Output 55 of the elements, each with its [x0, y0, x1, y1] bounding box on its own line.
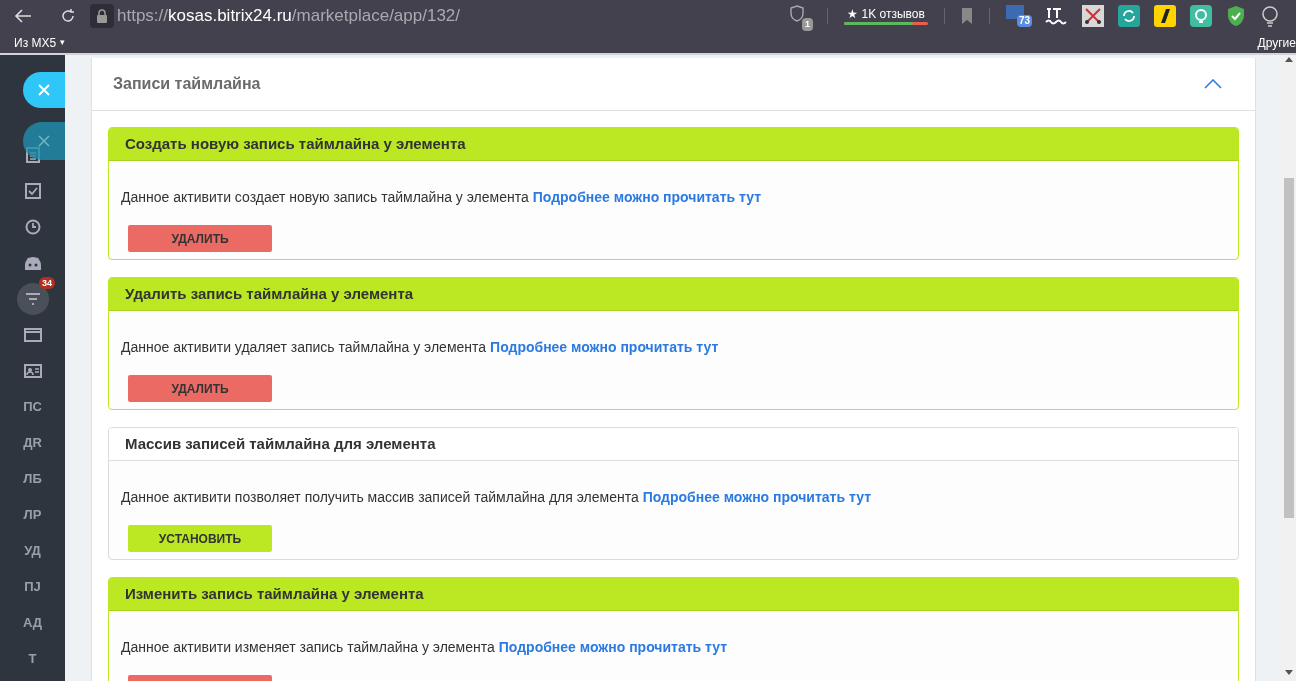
sidebar-item[interactable]: ЛБ	[23, 469, 42, 489]
sidebar-item[interactable]: ПJ	[24, 577, 41, 597]
chevron-up-icon[interactable]	[1204, 79, 1222, 89]
card-title: Создать новую запись таймлайна у элемента	[125, 133, 466, 154]
pen-extension-icon[interactable]	[1154, 5, 1176, 27]
bookmark-folder[interactable]: Другие	[1257, 33, 1296, 52]
close-icon	[38, 135, 50, 147]
checkbox-icon[interactable]	[24, 183, 41, 199]
wave-extension-icon[interactable]	[1044, 6, 1068, 26]
count-badge: 1	[802, 17, 813, 31]
delete-button[interactable]: УДАЛИТЬ	[128, 375, 272, 402]
section-title: Записи таймлайна	[113, 74, 261, 94]
details-link[interactable]: Подробнее можно прочитать тут	[498, 637, 728, 658]
count-badge: 34	[39, 277, 55, 289]
details-link[interactable]: Подробнее можно прочитать тут	[490, 337, 719, 358]
sidebar-item[interactable]: УД	[24, 541, 41, 561]
bookmark-icon[interactable]	[961, 8, 973, 24]
shield-check-icon[interactable]	[1226, 5, 1246, 27]
card-description: Данное активити позволяет получить массив записей таймлайна для элемента	[121, 488, 639, 507]
lightbulb-icon[interactable]	[1260, 5, 1280, 27]
back-icon[interactable]	[14, 9, 32, 23]
close-icon	[38, 84, 50, 96]
card-description: Данное активити удаляет запись таймлайна у элемента	[121, 338, 487, 357]
details-link[interactable]: Подробнее можно прочитать тут	[642, 487, 871, 508]
card-description: Данное активити изменяет запись таймлайна у элемента	[121, 638, 495, 657]
sidebar-item[interactable]: ПС	[23, 397, 42, 417]
delete-button[interactable]: УДАЛИТЬ	[128, 225, 272, 252]
sidebar-item[interactable]: АД	[22, 613, 43, 633]
close-button[interactable]	[23, 122, 65, 160]
reload-icon[interactable]	[60, 8, 76, 24]
card-title: Массив записей таймлайна для элемента	[125, 433, 436, 454]
scissors-extension-icon[interactable]	[1082, 5, 1104, 27]
card-description: Данное активити создает новую запись таймлайна у элемента	[121, 188, 529, 207]
sidebar-item[interactable]: Т	[28, 649, 37, 669]
section-header[interactable]: Записи таймлайна	[92, 58, 1255, 111]
card-title: Удалить запись таймлайна у элемента	[125, 283, 414, 304]
reviews-label[interactable]: ★ 1K отзывов	[847, 7, 925, 21]
sidebar-item[interactable]: ДR	[23, 433, 42, 453]
bookmark-folder[interactable]: Из MX5 ▾	[14, 33, 66, 52]
details-link[interactable]: Подробнее можно прочитать тут	[532, 187, 762, 208]
count-badge: 73	[1016, 15, 1032, 27]
lock-icon[interactable]	[90, 4, 114, 28]
close-button[interactable]	[23, 72, 65, 108]
scroll-up-icon[interactable]	[1285, 57, 1293, 62]
clock-icon[interactable]	[24, 219, 41, 235]
install-button[interactable]: УСТАНОВИТЬ	[128, 525, 272, 552]
scroll-down-icon[interactable]	[1285, 670, 1293, 675]
card-title: Изменить запись таймлайна у элемента	[125, 583, 424, 604]
sidebar-item[interactable]: ЛР	[23, 505, 42, 525]
filter-icon	[25, 293, 40, 305]
robot-icon[interactable]	[23, 256, 42, 270]
id-card-icon[interactable]	[23, 364, 42, 378]
sync-extension-icon[interactable]	[1118, 5, 1140, 27]
address-field[interactable]: https://kosas.bitrix24.ru/marketplace/app/132/	[117, 3, 461, 29]
window-icon[interactable]	[23, 328, 42, 342]
